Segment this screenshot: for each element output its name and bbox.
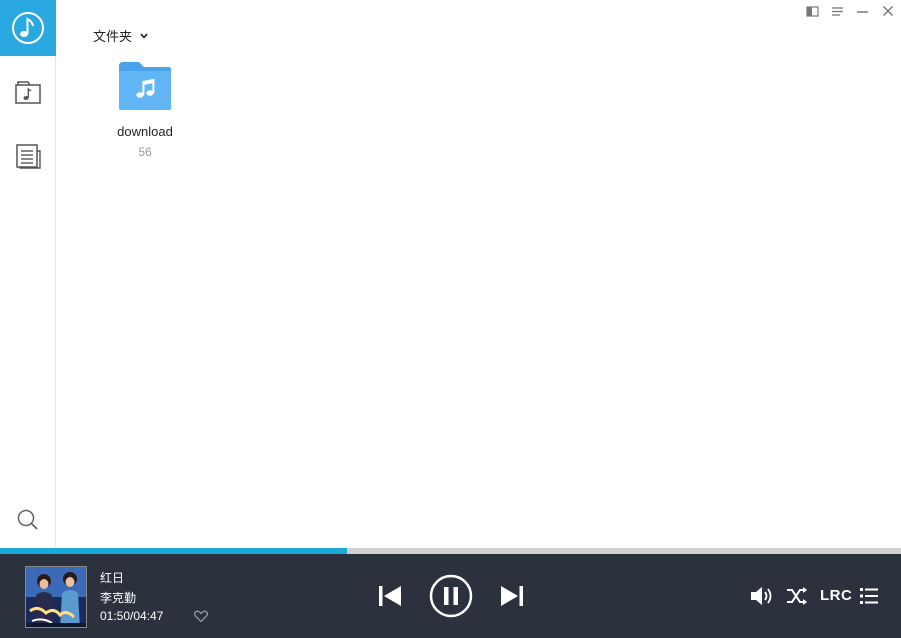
app-logo[interactable] xyxy=(0,0,56,56)
next-track-button[interactable] xyxy=(498,583,526,609)
volume-button[interactable] xyxy=(748,583,776,609)
document-list-icon xyxy=(16,144,41,169)
music-library-icon xyxy=(15,81,41,104)
folder-item-download[interactable]: download 56 xyxy=(106,60,184,159)
album-art-image xyxy=(26,567,86,627)
playlist-icon xyxy=(860,588,878,604)
playlist-button[interactable] xyxy=(857,583,881,609)
music-folder-icon xyxy=(119,62,171,110)
folder-name: download xyxy=(117,124,173,139)
lyrics-button[interactable]: LRC xyxy=(820,587,852,604)
heart-icon xyxy=(194,610,208,623)
album-cover[interactable] xyxy=(25,566,87,628)
track-artist: 李克勤 xyxy=(100,591,137,605)
pause-button[interactable] xyxy=(429,574,473,618)
folder-view-dropdown[interactable]: 文件夹 xyxy=(93,26,148,45)
chevron-down-icon xyxy=(140,32,148,39)
player-bar: 红日 李克勤 01:50/04:47 LRC xyxy=(0,554,901,638)
shuffle-button[interactable] xyxy=(784,583,810,609)
pause-icon xyxy=(429,574,473,618)
music-player-window: 文件夹 download 56 红日 李克勤 01:50/04:47 LRC xyxy=(0,0,901,638)
track-time: 01:50/04:47 xyxy=(100,609,164,623)
sidebar-item-search[interactable] xyxy=(0,492,56,548)
main-content: 文件夹 download 56 xyxy=(57,0,901,548)
track-title: 红日 xyxy=(100,571,125,585)
folder-count: 56 xyxy=(138,145,152,159)
search-icon xyxy=(17,509,38,530)
volume-icon xyxy=(751,587,772,605)
folder-dropdown-label: 文件夹 xyxy=(93,29,133,44)
favorite-button[interactable] xyxy=(193,608,209,624)
sidebar xyxy=(0,0,56,548)
sidebar-item-music[interactable] xyxy=(0,64,56,120)
previous-track-button[interactable] xyxy=(376,583,404,609)
sidebar-item-list[interactable] xyxy=(0,128,56,184)
skip-next-icon xyxy=(501,586,523,606)
shuffle-icon xyxy=(787,587,807,605)
skip-previous-icon xyxy=(379,586,401,606)
music-note-logo-icon xyxy=(12,12,44,44)
